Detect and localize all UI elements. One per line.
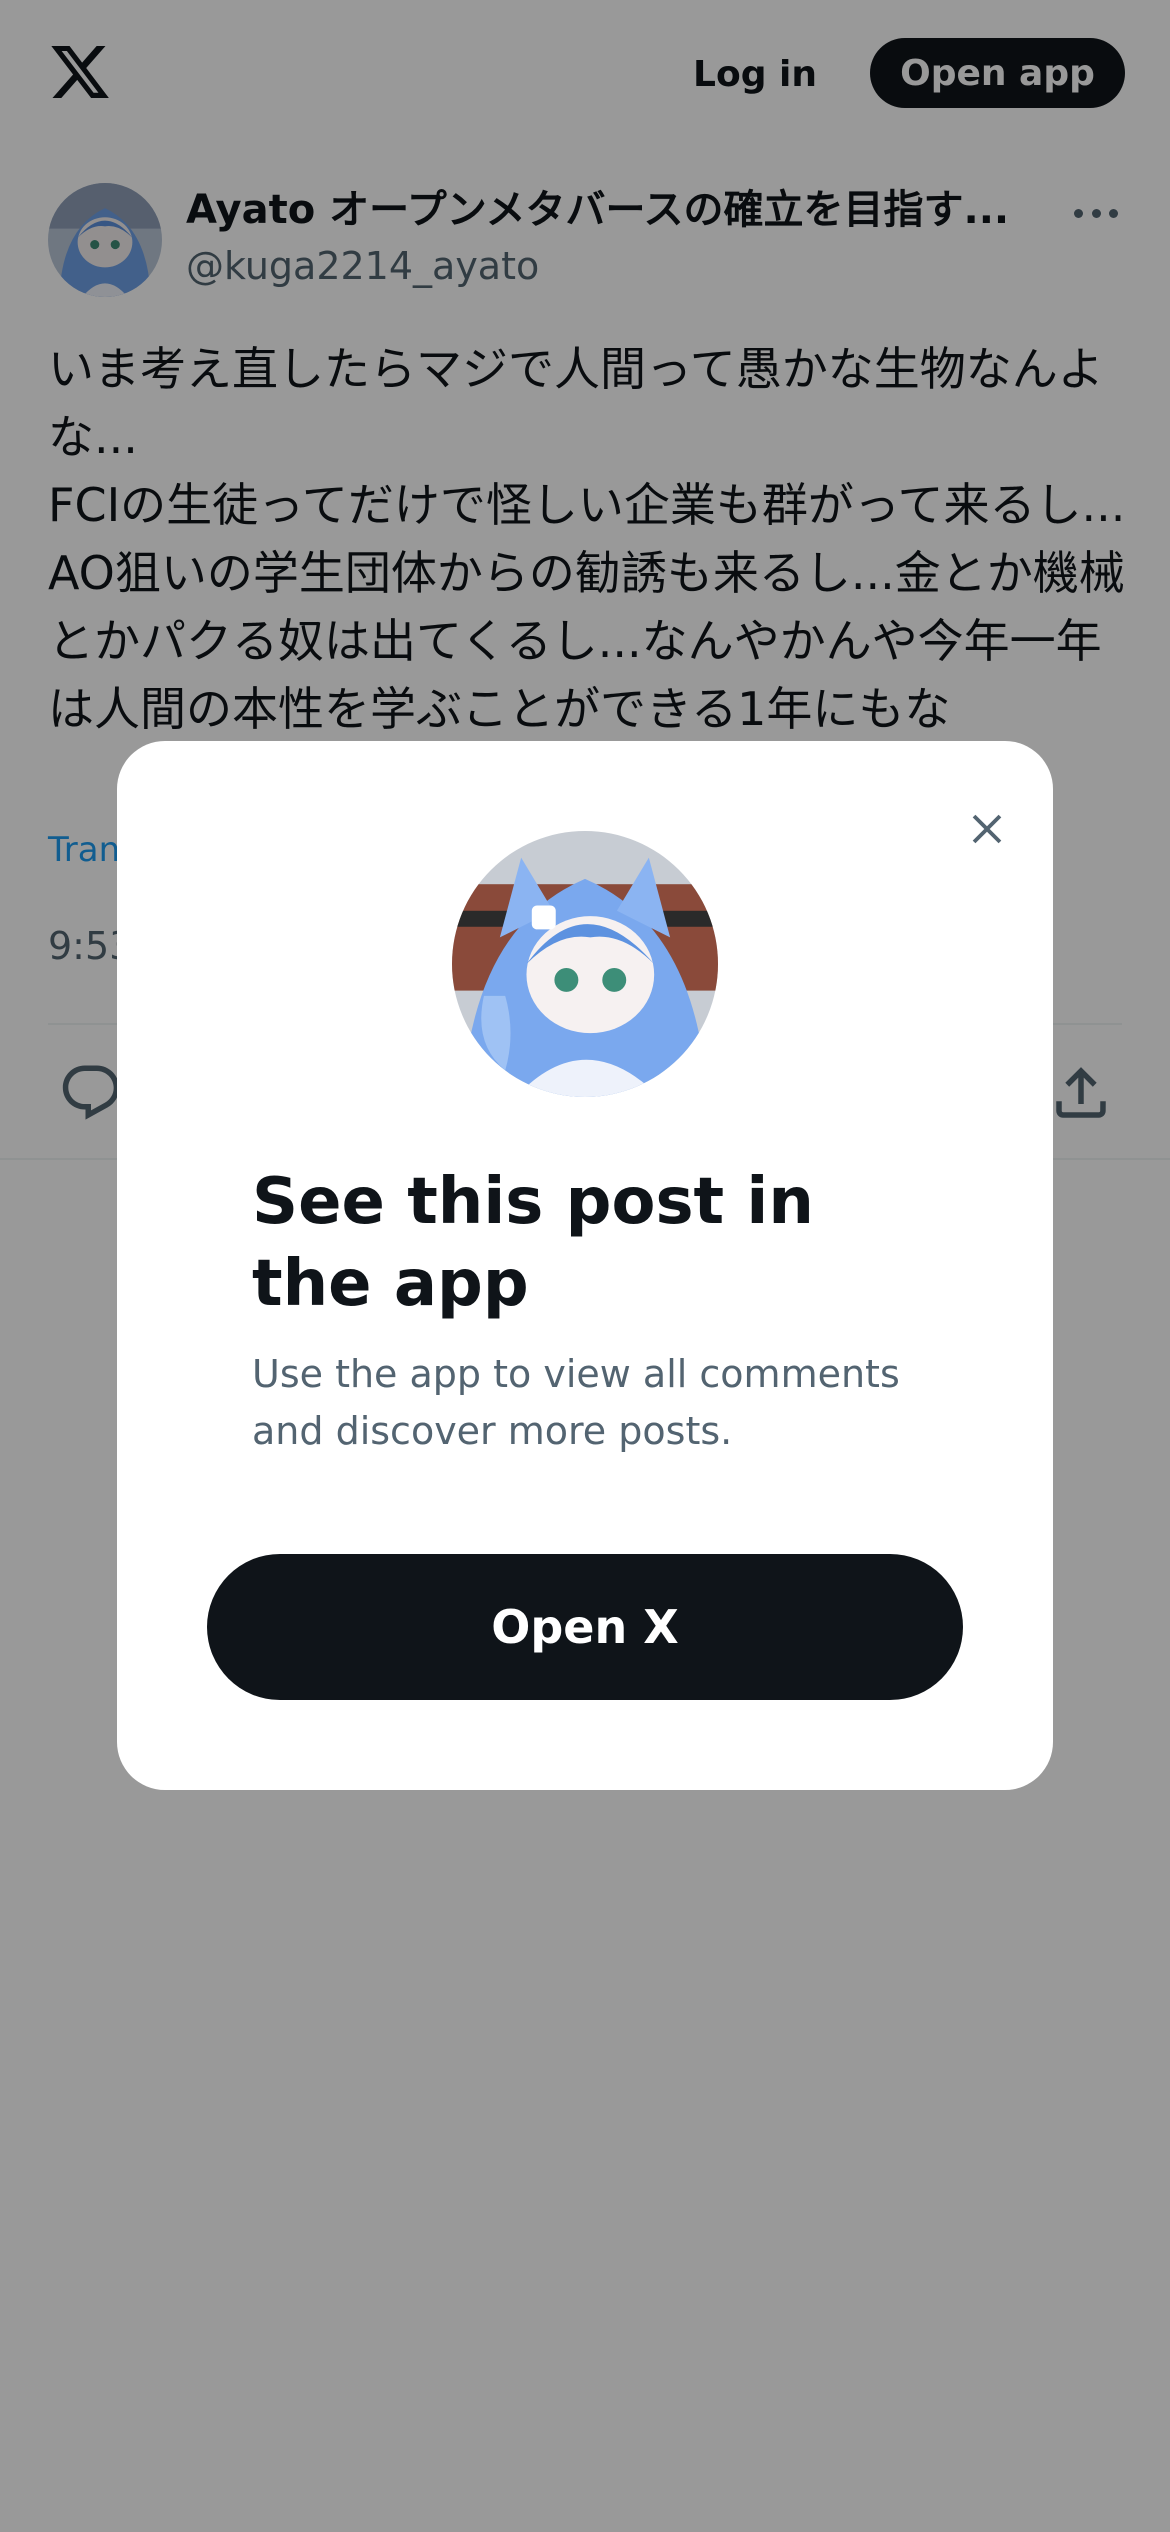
dialog-title: See this post in the app	[252, 1165, 814, 1321]
avatar	[452, 831, 718, 1097]
close-icon[interactable]	[964, 806, 1010, 852]
close-button[interactable]	[947, 789, 1027, 869]
open-in-app-dialog: See this post in the app Use the app to …	[117, 741, 1053, 1790]
dialog-subtitle: Use the app to view all comments and dis…	[252, 1352, 900, 1453]
avatar-image	[452, 831, 718, 1097]
open-x-button[interactable]: Open X	[207, 1554, 963, 1700]
